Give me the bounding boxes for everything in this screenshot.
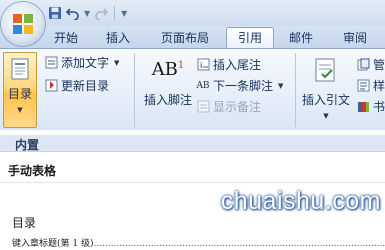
footnote-icon: AB1 bbox=[152, 59, 185, 85]
toc-button[interactable]: 目录 ▼ bbox=[3, 52, 37, 128]
insert-footnote-label: 插入脚注 bbox=[143, 93, 192, 107]
next-footnote-icon: AB bbox=[196, 80, 210, 91]
customize-qat-arrow[interactable]: ▼ bbox=[121, 9, 127, 18]
style-button[interactable]: 样 bbox=[356, 77, 385, 94]
quick-access-toolbar: ▼ ▼ bbox=[48, 3, 127, 23]
footnote-glyph: AB bbox=[151, 59, 178, 80]
toc-preview-title[interactable]: 目录 bbox=[12, 214, 36, 231]
bibliography-icon bbox=[356, 100, 370, 114]
gallery-section-label: 内置 bbox=[15, 138, 40, 152]
watermark-text: chuaishu.com bbox=[220, 187, 381, 215]
add-text-button[interactable]: 添加文字 ▼ bbox=[44, 54, 119, 71]
insert-citation-label: 插入引文 bbox=[301, 93, 350, 107]
tab-home[interactable]: 开始 bbox=[44, 28, 88, 48]
ribbon-tabs: 开始 插入 页面布局 引用 邮件 审阅 bbox=[0, 26, 385, 49]
update-toc-icon bbox=[44, 79, 58, 93]
toc-preview-entry-text: 键入章标题(第 1 级) bbox=[12, 239, 94, 249]
insert-citation-button[interactable]: 插入引文 ▼ bbox=[300, 57, 352, 120]
office-logo-icon bbox=[13, 14, 33, 34]
tab-mailings[interactable]: 邮件 bbox=[278, 28, 324, 48]
save-icon[interactable] bbox=[48, 4, 62, 22]
footnote-superscript: 1 bbox=[177, 60, 185, 71]
update-toc-label: 更新目录 bbox=[61, 79, 110, 93]
show-notes-icon bbox=[196, 100, 210, 114]
toc-preview-entry[interactable]: 键入章标题(第 1 级)............................… bbox=[12, 236, 385, 249]
title-bar: ▼ ▼ bbox=[0, 0, 385, 26]
undo-dropdown-arrow[interactable]: ▼ bbox=[84, 9, 90, 18]
insert-footnote-button[interactable]: AB1 插入脚注 bbox=[139, 59, 197, 108]
show-notes-button: 显示备注 bbox=[196, 98, 261, 115]
tab-insert[interactable]: 插入 bbox=[96, 28, 140, 48]
insert-endnote-button[interactable]: i 插入尾注 bbox=[196, 56, 261, 73]
undo-icon[interactable] bbox=[66, 4, 80, 22]
tab-page-layout[interactable]: 页面布局 bbox=[150, 28, 220, 48]
style-label: 样 bbox=[373, 79, 385, 93]
ribbon-panel: 目录 ▼ 添加文字 ▼ 更新目录 AB1 插入脚注 i 插入尾注 AB 下一条脚… bbox=[0, 48, 385, 132]
citation-dropdown-arrow: ▼ bbox=[323, 112, 329, 120]
next-footnote-dropdown-arrow: ▼ bbox=[278, 81, 284, 90]
endnote-icon: i bbox=[196, 58, 210, 72]
add-text-dropdown-arrow: ▼ bbox=[114, 58, 120, 67]
footnotes-group: AB1 插入脚注 i 插入尾注 AB 下一条脚注 ▼ 显示备注 bbox=[135, 49, 295, 131]
bibliography-label: 书 bbox=[373, 100, 385, 114]
toc-button-label: 目录 bbox=[7, 87, 32, 101]
citations-group: 插入引文 ▼ 管 样 书 bbox=[296, 49, 385, 131]
tab-references[interactable]: 引用 bbox=[226, 27, 274, 49]
style-icon bbox=[356, 79, 370, 93]
svg-text:i: i bbox=[200, 61, 202, 70]
toc-icon bbox=[11, 58, 29, 80]
next-footnote-label: 下一条脚注 bbox=[213, 79, 274, 93]
office-button[interactable] bbox=[1, 2, 45, 46]
manage-sources-label: 管 bbox=[373, 58, 385, 72]
manage-sources-icon bbox=[356, 58, 370, 72]
insert-endnote-label: 插入尾注 bbox=[213, 58, 262, 72]
bibliography-button[interactable]: 书 bbox=[356, 98, 385, 115]
redo-icon bbox=[94, 4, 109, 22]
manual-table-item-title[interactable]: 手动表格 bbox=[8, 162, 56, 179]
manage-sources-button[interactable]: 管 bbox=[356, 56, 385, 73]
add-text-label: 添加文字 bbox=[61, 56, 110, 70]
toc-dropdown-arrow: ▼ bbox=[17, 106, 23, 114]
citation-icon bbox=[315, 58, 335, 82]
show-notes-label: 显示备注 bbox=[213, 100, 262, 114]
tab-review[interactable]: 审阅 bbox=[332, 28, 378, 48]
gallery-section-header: 内置 bbox=[0, 135, 385, 152]
gallery-divider bbox=[0, 182, 385, 183]
update-toc-button[interactable]: 更新目录 bbox=[44, 77, 109, 94]
toc-group: 目录 ▼ 添加文字 ▼ 更新目录 bbox=[0, 49, 134, 131]
toolbar-separator bbox=[114, 6, 116, 20]
add-text-icon bbox=[44, 56, 58, 70]
next-footnote-button[interactable]: AB 下一条脚注 ▼ bbox=[196, 77, 283, 94]
toc-preview-leader-dots: ........................................… bbox=[93, 239, 385, 249]
